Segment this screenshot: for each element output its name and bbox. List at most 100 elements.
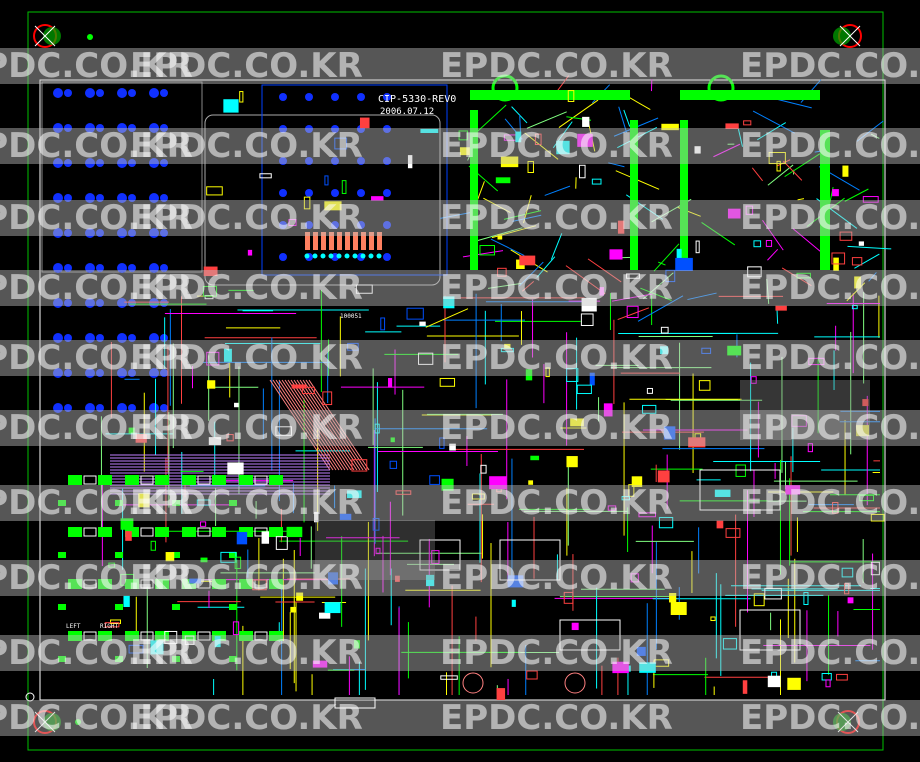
component [495, 177, 511, 184]
board-date-label: 2006.07.12 [380, 107, 434, 117]
smd-pad [155, 527, 169, 537]
component [832, 189, 839, 197]
via-dot [53, 88, 63, 98]
trace [767, 248, 779, 261]
component [419, 321, 426, 326]
via-dot [149, 88, 159, 98]
component [291, 384, 307, 389]
component [530, 455, 540, 461]
watermark-text: EPDC.CO.KR [130, 558, 363, 598]
watermark-text: EPDC.CO.KR [440, 198, 673, 238]
smd-pad [58, 604, 66, 610]
component [286, 526, 303, 538]
watermark-text: EPDC.CO.KR [440, 268, 673, 308]
watermark-text: EPDC.CO.KR [130, 198, 363, 238]
watermark-text: EPDC.CO.KR [740, 198, 920, 238]
silk-ref-label: 100051 [340, 313, 362, 320]
smd-pad [182, 527, 196, 537]
component [725, 528, 741, 538]
silk-ref-label: LEFT [66, 623, 81, 630]
smd-pad [172, 604, 180, 610]
trace [490, 238, 525, 256]
header-pin [360, 253, 366, 259]
test-point [564, 672, 586, 694]
component [580, 313, 594, 326]
component [825, 679, 831, 688]
header-pin [328, 253, 334, 259]
component [842, 165, 849, 177]
component [657, 470, 670, 483]
component [389, 460, 398, 469]
component [579, 164, 586, 179]
via-dot [117, 88, 127, 98]
component [439, 377, 456, 387]
smd-pad [229, 604, 237, 610]
via-dot [64, 89, 72, 97]
watermark-text: EPDC.CO.KR [440, 558, 673, 598]
via-dot [279, 253, 287, 261]
smd-pad [68, 527, 82, 537]
via-dot [383, 189, 391, 197]
trace [623, 109, 631, 127]
smd-pad [140, 527, 154, 537]
trace [854, 253, 880, 269]
header-pin [344, 253, 350, 259]
component [851, 257, 863, 266]
component [710, 616, 716, 622]
fiducial-dot-icon [87, 34, 93, 40]
watermark-text: EPDC.CO.KR [130, 126, 363, 166]
watermark-text: EPDC.CO.KR [130, 483, 363, 523]
watermark-text: EPDC.CO.KR [130, 268, 363, 308]
component [609, 249, 623, 260]
via-dot [383, 253, 391, 261]
component [125, 531, 132, 541]
component [767, 675, 781, 688]
component [695, 240, 700, 254]
component [324, 602, 341, 614]
trace [558, 99, 599, 128]
trace [425, 308, 469, 328]
trace [544, 185, 571, 196]
component [234, 402, 239, 408]
watermark-text: EPDC.CO.KR [740, 338, 920, 378]
component [571, 622, 579, 631]
pcb-canvas: CIP-5330-REV0 2006.07.12 100051 LEFT RIG… [0, 11, 920, 751]
component [725, 123, 739, 130]
component [236, 532, 248, 545]
via-dot [305, 189, 313, 197]
component [660, 326, 669, 334]
watermark-text: EPDC.CO.KR [130, 46, 363, 86]
component [576, 384, 592, 395]
component [743, 120, 752, 126]
component [566, 456, 578, 468]
via-dot [357, 189, 365, 197]
watermark-text: EPDC.CO.KR [130, 633, 363, 673]
watermark-text: EPDC.CO.KR [740, 698, 920, 738]
smd-pad [269, 527, 283, 537]
component [388, 378, 393, 388]
component [519, 255, 536, 266]
watermark-text: EPDC.CO.KR [130, 408, 363, 448]
smd-pad [83, 527, 97, 537]
trace [462, 250, 504, 258]
watermark-text: EPDC.CO.KR [440, 408, 673, 448]
via-dot [357, 93, 365, 101]
power-trace [680, 90, 820, 100]
component [765, 239, 773, 247]
component [371, 196, 384, 201]
watermark-text: EPDC.CO.KR [440, 483, 673, 523]
connector-field-outline [41, 81, 203, 273]
watermark-text: EPDC.CO.KR [130, 338, 363, 378]
header-pin [304, 253, 310, 259]
component [847, 597, 854, 604]
component [261, 531, 270, 544]
mounting-hole-icon [33, 24, 61, 48]
component [836, 673, 848, 681]
component [742, 680, 748, 694]
trace [751, 167, 763, 182]
header-pin [336, 253, 342, 259]
watermark-text: EPDC.CO.KR [440, 698, 673, 738]
header-pin [368, 253, 374, 259]
component [380, 317, 386, 331]
smd-pad [115, 604, 123, 610]
